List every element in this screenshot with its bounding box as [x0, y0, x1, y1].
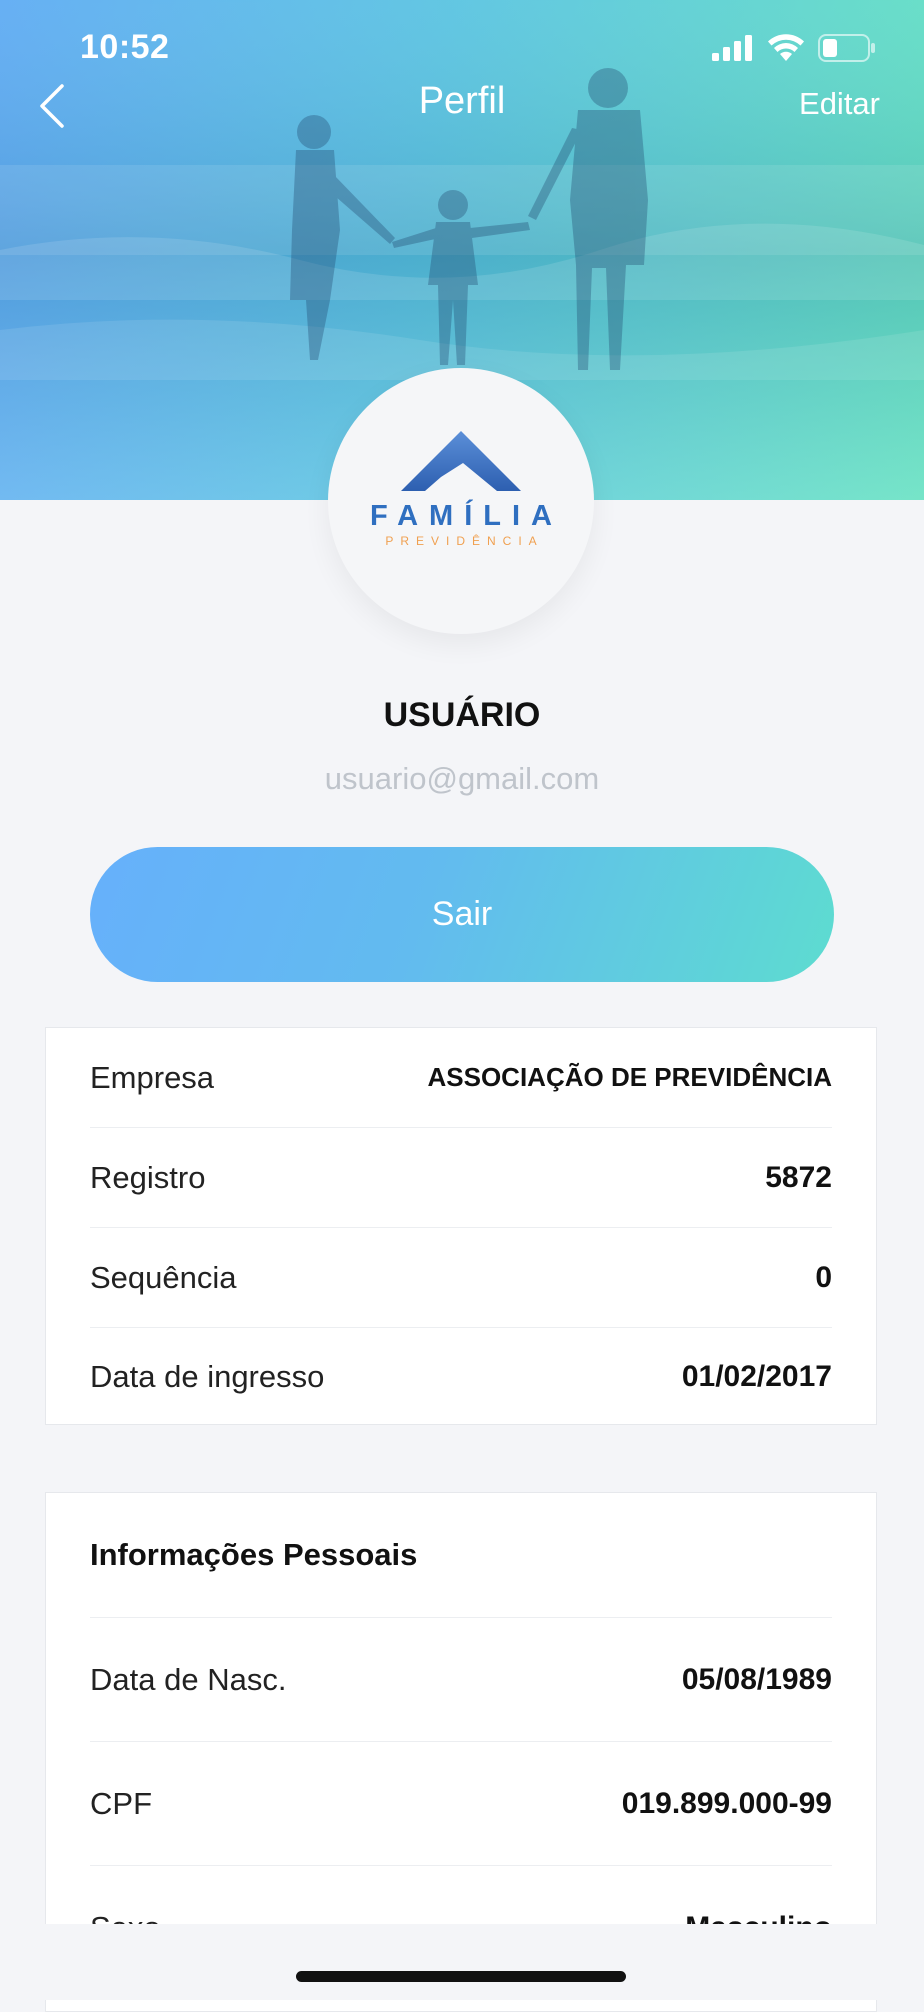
card-title-divider	[90, 1493, 832, 1618]
row-value: 019.899.000-99	[621, 1786, 832, 1820]
info-row-registro: Registro 5872	[90, 1128, 832, 1228]
row-label: Sequência	[90, 1259, 237, 1295]
row-label: Registro	[90, 1159, 206, 1195]
logout-button[interactable]: Sair	[90, 847, 834, 982]
battery-icon	[818, 34, 875, 62]
bottom-safe-area	[0, 1924, 924, 2000]
info-row-data-nasc: Data de Nasc. 05/08/1989	[90, 1618, 832, 1742]
logo-subtitle: PREVIDÊNCIA	[385, 534, 544, 548]
cellular-signal-icon	[712, 35, 752, 61]
info-row-cpf: CPF 019.899.000-99	[90, 1742, 832, 1866]
row-value: ASSOCIAÇÃO DE PREVIDÊNCIA	[427, 1062, 833, 1092]
user-name: USUÁRIO	[383, 696, 541, 734]
status-time: 10:52	[80, 28, 170, 66]
mountain-logo-icon	[401, 431, 521, 491]
row-value: 01/02/2017	[681, 1360, 832, 1393]
home-indicator[interactable]	[296, 1971, 626, 1982]
row-label: Data de Nasc.	[90, 1661, 287, 1697]
status-icons	[712, 34, 876, 62]
info-row-data-ingresso: Data de ingresso 01/02/2017	[90, 1328, 832, 1426]
wifi-icon	[768, 34, 804, 61]
row-value: 5872	[765, 1160, 832, 1194]
row-label: CPF	[90, 1785, 152, 1821]
row-value: 0	[815, 1260, 832, 1294]
company-info-card: Empresa ASSOCIAÇÃO DE PREVIDÊNCIA Regist…	[45, 1027, 877, 1425]
row-value: 05/08/1989	[681, 1662, 832, 1696]
info-row-sequencia: Sequência 0	[90, 1228, 832, 1328]
company-logo: FAMÍLIA PREVIDÊNCIA	[328, 368, 594, 634]
row-label: Data de ingresso	[90, 1359, 325, 1394]
logo-wordmark: FAMÍLIA	[370, 500, 563, 532]
user-email: usuario@gmail.com	[324, 761, 600, 796]
info-row-empresa: Empresa ASSOCIAÇÃO DE PREVIDÊNCIA	[90, 1028, 832, 1128]
row-label: Empresa	[90, 1059, 215, 1095]
edit-button[interactable]: Editar	[799, 86, 880, 122]
page-title: Perfil	[418, 80, 506, 122]
